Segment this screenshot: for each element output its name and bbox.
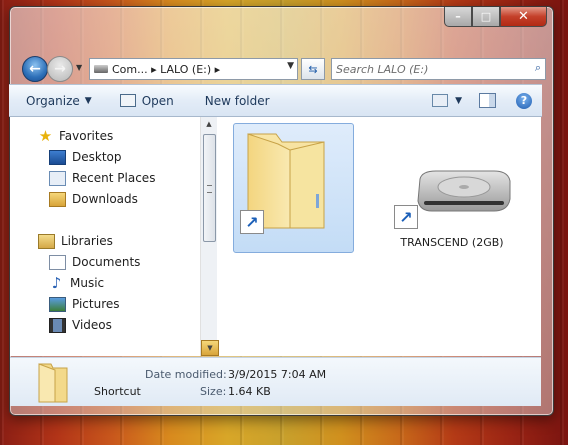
- sidebar-item-label: Recent Places: [72, 171, 156, 185]
- navigation-bar: ← → ▼ Com... ▸ LALO (E:) ▸ ▼ ⇆ ⌕: [18, 56, 546, 82]
- refresh-button[interactable]: ⇆: [301, 58, 325, 80]
- file-item-label: TRANSCEND (2GB): [400, 236, 504, 249]
- date-modified-value: 3/9/2015 7:04 AM: [228, 368, 327, 381]
- file-item-transcend-drive[interactable]: ↗ TRANSCEND (2GB): [392, 169, 512, 251]
- sidebar-item-label: Desktop: [72, 150, 122, 164]
- music-icon: ♪: [51, 274, 62, 292]
- close-button[interactable]: ✕: [500, 7, 547, 27]
- back-arrow-icon: ←: [29, 61, 41, 77]
- view-options-dropdown-icon[interactable]: ▼: [455, 96, 462, 106]
- sidebar-item-label: Music: [70, 276, 105, 290]
- organize-menu[interactable]: Organize ▼: [26, 94, 92, 108]
- recent-places-icon: [49, 170, 66, 186]
- shortcut-arrow-icon: ↗: [394, 205, 418, 229]
- navigation-scrollbar[interactable]: ▲ ▼: [200, 117, 219, 356]
- back-button[interactable]: ←: [22, 56, 48, 82]
- preview-pane-icon[interactable]: [479, 93, 496, 108]
- sidebar-item-label: Videos: [72, 318, 112, 332]
- details-pane: Shortcut Date modified: 3/9/2015 7:04 AM…: [10, 357, 541, 406]
- sidebar-item-label: Downloads: [72, 192, 138, 206]
- content-area: ★ Favorites Desktop Recent Places Downlo…: [10, 117, 541, 356]
- forward-button[interactable]: →: [47, 56, 73, 82]
- documents-icon: [49, 254, 66, 270]
- scroll-up-icon[interactable]: ▲: [201, 117, 217, 131]
- date-modified-label: Date modified:: [145, 368, 227, 381]
- size-value: 1.64 KB: [228, 385, 271, 398]
- command-bar: Organize ▼ Open New folder ▼ ?: [9, 84, 542, 117]
- favorites-star-icon: ★: [38, 127, 53, 145]
- chevron-down-icon: ▼: [84, 95, 92, 106]
- open-button[interactable]: Open: [119, 93, 174, 108]
- file-list: ↗ ↗ TRANSCEND (2GB): [217, 117, 541, 356]
- details-item-type: Shortcut: [94, 385, 141, 398]
- downloads-icon: [49, 191, 66, 207]
- window-controls: – □ ✕: [444, 7, 547, 27]
- maximize-button[interactable]: □: [472, 7, 500, 27]
- open-icon: [119, 94, 136, 107]
- change-view-icon[interactable]: [432, 94, 448, 107]
- scrollbar-thumb[interactable]: [203, 134, 216, 242]
- pictures-icon: [49, 296, 66, 312]
- refresh-icon: ⇆: [308, 62, 318, 76]
- address-bar[interactable]: Com... ▸ LALO (E:) ▸ ▼: [89, 58, 298, 80]
- desktop-icon: [49, 149, 66, 165]
- search-input[interactable]: [334, 60, 524, 78]
- organize-label: Organize: [26, 93, 80, 108]
- help-icon[interactable]: ?: [516, 92, 532, 109]
- sidebar-item-label: Documents: [72, 255, 141, 269]
- new-folder-button[interactable]: New folder: [205, 94, 270, 108]
- new-folder-label: New folder: [204, 93, 270, 108]
- sidebar-libraries-label: Libraries: [61, 234, 113, 248]
- libraries-icon: [38, 233, 55, 249]
- details-folder-icon: [38, 363, 68, 403]
- address-path: Com... ▸ LALO (E:) ▸: [112, 62, 221, 76]
- shortcut-arrow-icon: ↗: [240, 210, 264, 234]
- scrollbar-grip-icon: [207, 185, 212, 193]
- search-icon[interactable]: ⌕: [535, 61, 541, 75]
- drive-icon: [94, 65, 108, 73]
- sidebar-favorites[interactable]: ★ Favorites: [10, 126, 228, 146]
- sidebar-favorites-label: Favorites: [59, 129, 114, 143]
- navigation-pane: ★ Favorites Desktop Recent Places Downlo…: [10, 117, 219, 356]
- recent-pages-dropdown-icon[interactable]: ▼: [76, 63, 84, 73]
- forward-arrow-icon: →: [54, 61, 66, 77]
- videos-icon: [49, 317, 66, 333]
- sidebar-libraries[interactable]: Libraries: [10, 231, 228, 251]
- address-dropdown-icon[interactable]: ▼: [287, 61, 294, 71]
- minimize-button[interactable]: –: [444, 7, 472, 27]
- size-label: Size:: [200, 385, 227, 398]
- search-box[interactable]: ⌕: [331, 58, 546, 80]
- file-item-folder-shortcut[interactable]: ↗: [233, 123, 354, 253]
- sidebar-item-label: Pictures: [72, 297, 120, 311]
- open-label: Open: [141, 93, 174, 108]
